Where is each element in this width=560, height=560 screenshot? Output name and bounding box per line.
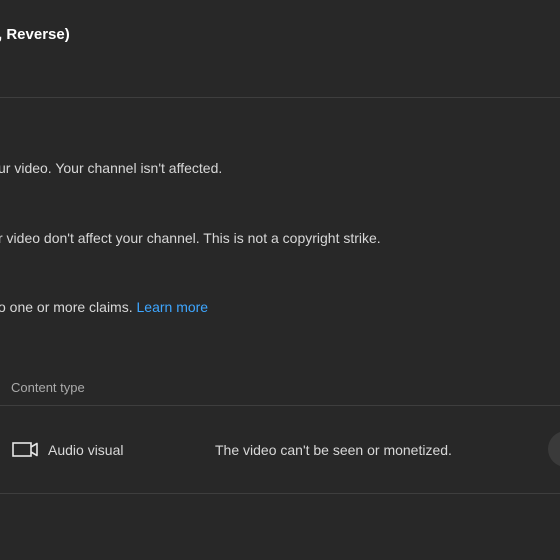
video-camera-icon bbox=[12, 442, 38, 457]
content-type-column-header: Content type bbox=[11, 380, 85, 395]
impact-cell: The video can't be seen or monetized. bbox=[215, 442, 452, 458]
table-row-divider bbox=[0, 493, 560, 494]
row-action-button[interactable] bbox=[548, 431, 560, 467]
strike-message: r video don't affect your channel. This … bbox=[0, 230, 381, 246]
channel-unaffected-message: ur video. Your channel isn't affected. bbox=[0, 160, 223, 176]
learn-more-link[interactable]: Learn more bbox=[137, 299, 209, 315]
table-header-divider bbox=[0, 405, 560, 406]
header-divider bbox=[0, 97, 560, 98]
claims-message: o one or more claims. Learn more bbox=[0, 299, 208, 315]
content-type-cell: Audio visual bbox=[48, 442, 124, 458]
dialog-title: , Reverse) bbox=[0, 26, 70, 43]
claims-message-text: o one or more claims. bbox=[0, 299, 133, 315]
